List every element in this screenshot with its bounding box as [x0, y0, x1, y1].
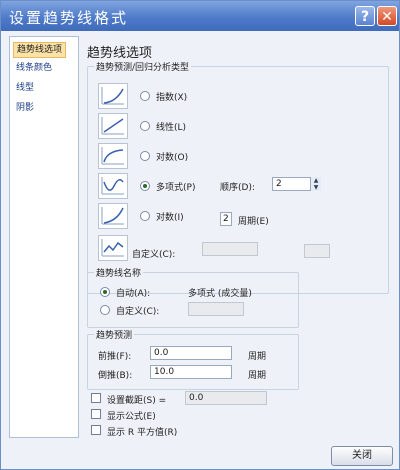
label-logarithmic: 对数(O)	[156, 153, 189, 163]
polynomial-curve-icon[interactable]	[98, 173, 128, 199]
order-spinner[interactable]: ▲ ▼	[310, 177, 321, 191]
label-set-intercept: 设置截距(S) =	[107, 396, 167, 406]
custom-name-input[interactable]	[188, 302, 244, 316]
show-r-squared-checkbox[interactable]	[91, 425, 101, 435]
label-show-equation: 显示公式(E)	[107, 412, 156, 422]
moving-average-icon[interactable]	[98, 235, 128, 261]
logarithmic-curve-icon[interactable]	[98, 143, 128, 169]
radio-name-auto[interactable]	[100, 287, 110, 297]
radio-exponential[interactable]	[140, 91, 150, 101]
label-backward: 倒推(B):	[98, 371, 133, 381]
backward-unit: 周期	[248, 371, 267, 381]
label-polynomial: 多项式(P)	[156, 183, 196, 193]
nav-item-line-style[interactable]: 线型	[13, 81, 37, 95]
nav-item-line-color[interactable]: 线条颜色	[13, 61, 55, 75]
radio-linear[interactable]	[140, 121, 150, 131]
label-linear: 线性(L)	[156, 123, 187, 133]
trend-type-legend: 趋势预测/回归分析类型	[94, 60, 192, 73]
custom-type-input[interactable]	[202, 242, 258, 256]
nav-item-trendline-options[interactable]: 趋势线选项	[13, 42, 67, 58]
label-power: 对数(I)	[156, 213, 184, 223]
category-nav: 趋势线选项 线条颜色 线型 阴影	[9, 36, 79, 438]
label-forward: 前推(F):	[98, 352, 132, 362]
label-exponential: 指数(X)	[156, 93, 188, 103]
set-intercept-checkbox[interactable]	[91, 393, 101, 403]
help-button[interactable]: ?	[355, 6, 375, 26]
label-custom-type: 自定义(C):	[132, 250, 176, 260]
backward-input[interactable]: 10.0	[150, 365, 232, 379]
auto-name-value: 多项式 (成交量)	[188, 289, 252, 299]
forward-input[interactable]: 0.0	[150, 346, 232, 360]
forward-unit: 周期	[248, 352, 267, 362]
radio-logarithmic[interactable]	[140, 151, 150, 161]
close-button[interactable]: 关闭	[331, 446, 393, 466]
window-title: 设置趋势线格式	[9, 9, 129, 27]
trendline-name-legend: 趋势线名称	[94, 266, 144, 279]
radio-power[interactable]	[140, 211, 150, 221]
label-name-custom: 自定义(C):	[116, 307, 160, 317]
options-panel: 趋势线选项 趋势预测/回归分析类型 指数(X) 线性(L) 对数(O) 多项式(…	[81, 36, 395, 438]
power-curve-icon[interactable]	[98, 203, 128, 229]
forecast-legend: 趋势预测	[94, 328, 135, 341]
forecast-group: 趋势预测 前推(F): 0.0 周期 倒推(B): 10.0 周期	[87, 328, 299, 390]
radio-polynomial[interactable]	[140, 181, 150, 191]
label-period: 周期(E)	[238, 217, 269, 227]
label-order: 顺序(D):	[220, 183, 255, 193]
nav-item-shadow[interactable]: 阴影	[13, 101, 37, 115]
linear-line-icon[interactable]	[98, 113, 128, 139]
trendline-name-group: 趋势线名称 自动(A): 多项式 (成交量) 自定义(C):	[87, 266, 299, 328]
title-bar: 设置趋势线格式 ? ✕	[1, 1, 399, 31]
period-input[interactable]: 2	[220, 212, 232, 226]
exponential-curve-icon[interactable]	[98, 83, 128, 109]
format-trendline-dialog: 设置趋势线格式 ? ✕ 趋势线选项 线条颜色 线型 阴影 趋势线选项 趋势预测/…	[0, 0, 400, 470]
show-equation-checkbox[interactable]	[91, 409, 101, 419]
close-window-button[interactable]: ✕	[377, 6, 397, 26]
radio-name-custom[interactable]	[100, 305, 110, 315]
custom-type-button[interactable]	[304, 244, 330, 258]
intercept-input[interactable]: 0.0	[185, 391, 267, 405]
trend-type-group: 趋势预测/回归分析类型 指数(X) 线性(L) 对数(O) 多项式(P) 顺序(…	[87, 60, 389, 294]
label-name-auto: 自动(A):	[116, 289, 151, 299]
panel-heading: 趋势线选项	[87, 46, 153, 61]
label-show-r-squared: 显示 R 平方值(R)	[107, 428, 178, 438]
